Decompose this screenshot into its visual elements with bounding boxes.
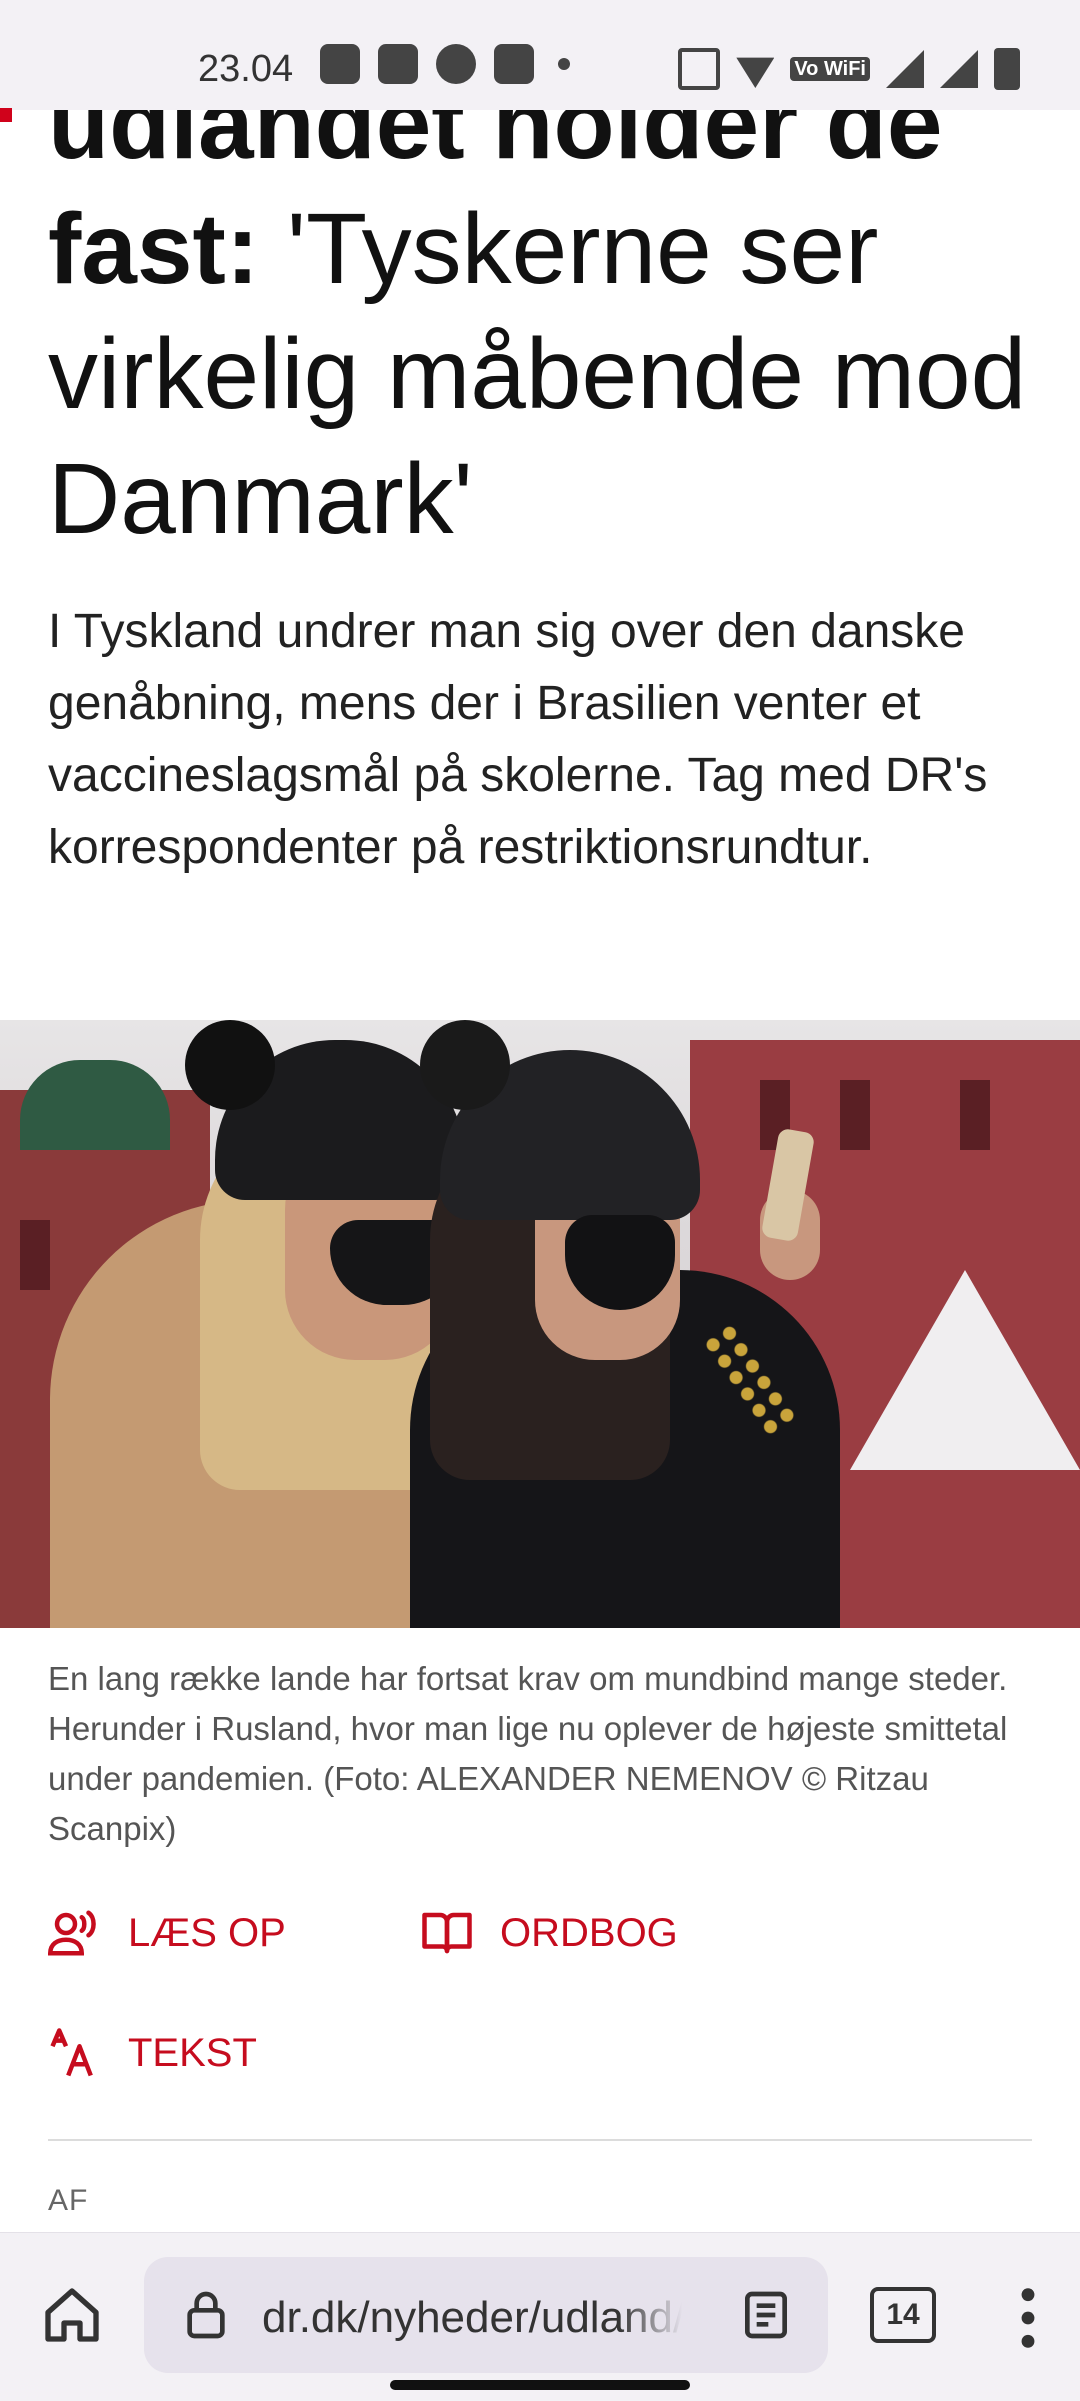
article-photo[interactable]: [0, 1020, 1080, 1628]
signal-icon: [886, 50, 924, 88]
status-time: 23.04: [198, 48, 294, 90]
signal-icon-2: [940, 50, 978, 88]
text-size-label: TEKST: [128, 2030, 257, 2075]
browser-toolbar: dr.dk/nyheder/udland/ 14: [0, 2232, 1080, 2401]
dictionary-button[interactable]: ORDBOG: [420, 1906, 678, 1960]
text-size-button[interactable]: TEKST: [48, 2026, 257, 2080]
more-notifications-icon: [558, 58, 570, 70]
divider: [48, 2139, 1032, 2141]
reader-mode-icon[interactable]: [738, 2287, 794, 2343]
author-label: AF: [48, 2184, 89, 2217]
text-size-icon: [50, 2028, 93, 2077]
photo-window: [840, 1080, 870, 1150]
book-icon: [422, 1912, 472, 1954]
wallet-icon: [494, 44, 534, 84]
tab-count-button[interactable]: 14: [870, 2287, 936, 2343]
section-marker: [0, 108, 12, 122]
gesture-bar[interactable]: [390, 2380, 690, 2390]
url-bar[interactable]: dr.dk/nyheder/udland/: [144, 2257, 828, 2373]
system-icons: Vo WiFi: [678, 48, 1020, 90]
photo-person-right-pompom: [420, 1020, 510, 1110]
photo-caption: En lang række lande har fortsat krav om …: [48, 1660, 1008, 1847]
nfc-icon: [678, 48, 721, 90]
read-aloud-icon: [48, 1910, 96, 1956]
clock-app-icon: [436, 44, 476, 84]
vowifi-icon: Vo WiFi: [790, 57, 870, 81]
article-headline: udlandet holder de fast: 'Tyskerne ser v…: [48, 62, 1048, 562]
read-aloud-label: LÆS OP: [128, 1910, 286, 1955]
photo-window: [20, 1220, 50, 1290]
more-options-icon[interactable]: [1010, 2283, 1046, 2353]
teams-icon: [378, 44, 418, 84]
notification-app-icon: [320, 44, 360, 84]
battery-icon: [994, 48, 1020, 90]
dictionary-label: ORDBOG: [500, 1910, 678, 1955]
url-text[interactable]: dr.dk/nyheder/udland/: [262, 2293, 682, 2343]
home-icon[interactable]: [40, 2283, 104, 2347]
photo-tower: [20, 1060, 170, 1150]
notification-icons: [320, 44, 576, 84]
photo-person-left-pompom: [185, 1020, 275, 1110]
status-bar: 23.04 Vo WiFi: [0, 0, 1080, 110]
article-lead: I Tyskland undrer man sig over den dansk…: [48, 605, 988, 874]
lock-icon[interactable]: [178, 2287, 234, 2343]
read-aloud-button[interactable]: LÆS OP: [48, 1906, 286, 1960]
photo-window: [960, 1080, 990, 1150]
wifi-icon: [736, 57, 775, 88]
